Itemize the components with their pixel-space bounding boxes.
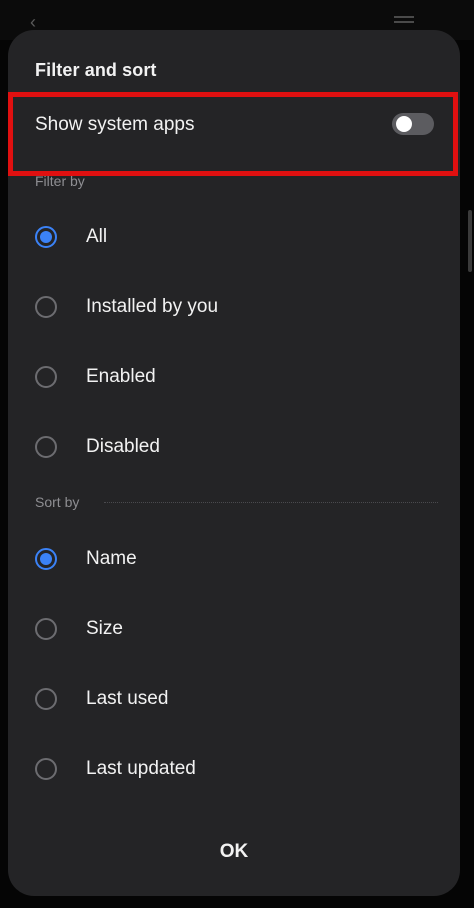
toggle-knob [396, 116, 412, 132]
radio-button-installed-by-you[interactable] [35, 296, 57, 318]
filter-option-label: Enabled [86, 366, 156, 387]
sort-option-label: Size [86, 618, 123, 639]
radio-button-all[interactable] [35, 226, 57, 248]
radio-button-disabled[interactable] [35, 436, 57, 458]
dialog-title: Filter and sort [35, 60, 157, 80]
sort-option-label: Last updated [86, 758, 196, 779]
show-system-apps-toggle[interactable] [392, 113, 434, 135]
filter-option-disabled[interactable]: Disabled [8, 420, 460, 476]
back-arrow-icon: ‹ [30, 12, 36, 32]
radio-button-last-updated[interactable] [35, 758, 57, 780]
radio-button-name[interactable] [35, 548, 57, 570]
sort-option-label: Name [86, 548, 137, 569]
sort-option-last-updated[interactable]: Last updated [8, 742, 460, 798]
radio-button-enabled[interactable] [35, 366, 57, 388]
scroll-indicator[interactable] [468, 210, 472, 272]
radio-button-size[interactable] [35, 618, 57, 640]
screen: ‹ Filter and sort Show system apps Filte… [0, 0, 474, 908]
filter-option-label: Disabled [86, 436, 160, 457]
sort-by-label: Sort by [35, 494, 80, 510]
show-system-apps-label: Show system apps [35, 114, 195, 135]
filter-option-enabled[interactable]: Enabled [8, 350, 460, 406]
filter-option-label: Installed by you [86, 296, 219, 317]
sort-option-label: Last used [86, 688, 169, 709]
ok-button[interactable]: OK [184, 830, 284, 874]
sort-option-last-used[interactable]: Last used [8, 672, 460, 728]
filter-by-label: Filter by [35, 173, 85, 189]
menu-icon [394, 16, 414, 28]
filter-option-all[interactable]: All [8, 210, 460, 266]
section-divider [104, 502, 438, 503]
radio-button-last-used[interactable] [35, 688, 57, 710]
sort-option-name[interactable]: Name [8, 532, 460, 588]
sort-option-size[interactable]: Size [8, 602, 460, 658]
filter-option-installed-by-you[interactable]: Installed by you [8, 280, 460, 336]
filter-and-sort-dialog: Filter and sort Show system apps Filter … [8, 30, 460, 896]
filter-option-label: All [86, 226, 108, 247]
